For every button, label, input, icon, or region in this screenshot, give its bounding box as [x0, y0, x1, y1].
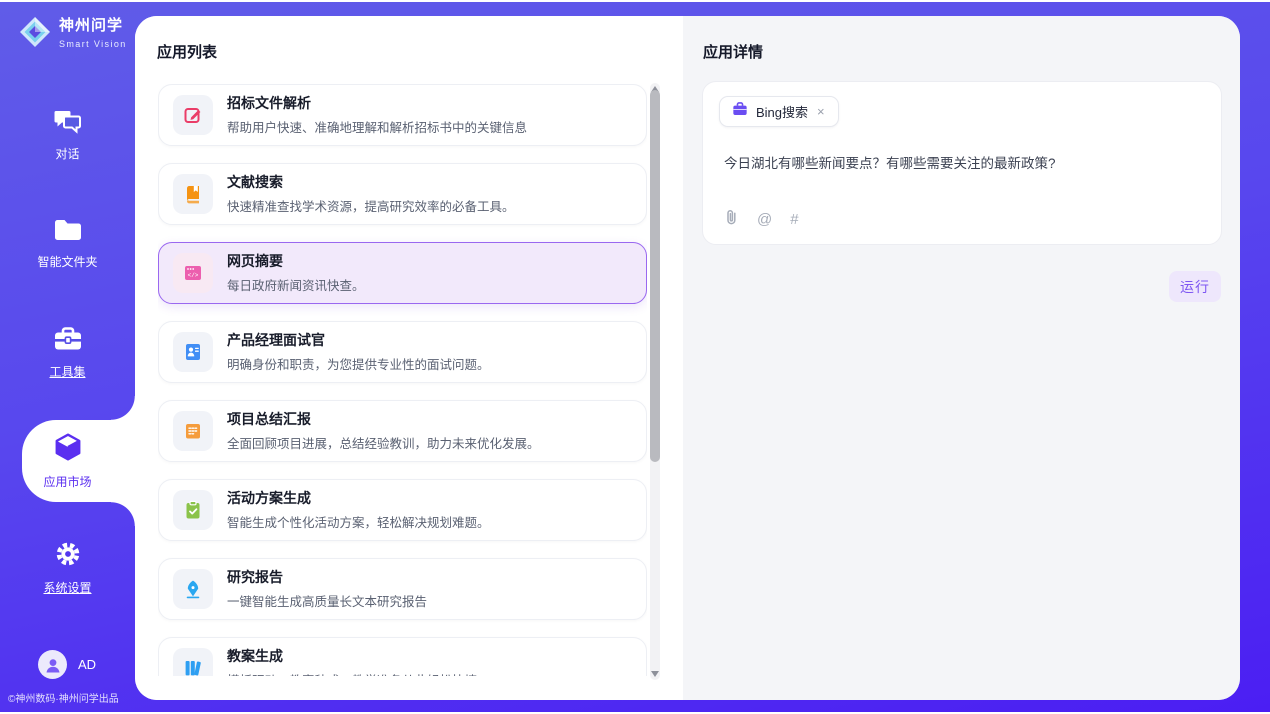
app-name: 项目总结汇报 [227, 409, 540, 429]
chat-icon [53, 121, 83, 138]
hash-icon[interactable]: # [790, 211, 798, 228]
sidebar: 神州问学 Smart Vision 对话 智能文件夹 [0, 2, 135, 712]
books-icon [173, 648, 213, 676]
app-description: 模板驱动，教案秒成，教学准备从此轻松快捷 [227, 674, 477, 676]
app-name: 研究报告 [227, 567, 427, 587]
app-description: 明确身份和职责，为您提供专业性的面试问题。 [227, 358, 490, 372]
app-list-scrollbar[interactable] [650, 83, 660, 680]
input-toolbar: @ # [723, 208, 799, 231]
report-calendar-icon [173, 411, 213, 451]
mention-icon[interactable]: @ [757, 211, 772, 228]
app-name: 招标文件解析 [227, 93, 527, 113]
app-list: 招标文件解析 帮助用户快速、准确地理解和解析招标书中的关键信息 文献搜索 快速精… [158, 84, 647, 676]
book-icon [173, 174, 213, 214]
app-description: 智能生成个性化活动方案，轻松解决规划难题。 [227, 516, 490, 530]
avatar [38, 650, 67, 679]
app-name: 文献搜索 [227, 172, 515, 192]
main-content-card: 应用列表 招标文件解析 帮助用户快速、准确地理解和解析招标书中的关键信息 [135, 16, 1240, 700]
sidebar-item-chat[interactable]: 对话 [0, 108, 135, 162]
scrollbar-thumb[interactable] [650, 90, 660, 462]
app-description: 一键智能生成高质量长文本研究报告 [227, 595, 427, 609]
list-item-literature-search[interactable]: 文献搜索 快速精准查找学术资源，提高研究效率的必备工具。 [158, 163, 647, 225]
scroll-down-icon[interactable] [651, 671, 659, 677]
sidebar-item-toolset[interactable]: 工具集 [0, 326, 135, 380]
interviewer-icon [173, 332, 213, 372]
tool-tag-bing-search[interactable]: Bing搜索 × [719, 96, 839, 127]
user-initials: AD [78, 657, 96, 672]
research-pen-icon [173, 569, 213, 609]
webpage-code-icon: </> [173, 253, 213, 293]
app-list-panel: 应用列表 招标文件解析 帮助用户快速、准确地理解和解析招标书中的关键信息 [135, 16, 683, 700]
brand-name: 神州问学 [59, 17, 127, 34]
paperclip-icon[interactable] [723, 208, 739, 231]
list-item-event-plan-generation[interactable]: 活动方案生成 智能生成个性化活动方案，轻松解决规划难题。 [158, 479, 647, 541]
user-account[interactable]: AD [38, 650, 96, 679]
folder-icon [53, 229, 83, 246]
app-name: 产品经理面试官 [227, 330, 490, 350]
run-button[interactable]: 运行 [1169, 271, 1221, 302]
svg-text:</>: </> [188, 272, 199, 279]
close-icon[interactable]: × [815, 103, 827, 120]
app-detail-panel: 应用详情 Bing搜索 × 今日湖北有哪些新闻要点？有哪些需要关注的最新政策? [683, 16, 1240, 700]
sidebar-item-label: 应用市场 [0, 473, 135, 490]
app-detail-title: 应用详情 [703, 41, 763, 62]
diamond-logo-icon [18, 15, 52, 54]
list-item-webpage-summary-selected[interactable]: </> 网页摘要 每日政府新闻资讯快查。 [158, 242, 647, 304]
sidebar-item-label: 系统设置 [0, 579, 135, 596]
sidebar-item-app-market[interactable]: 应用市场 [0, 432, 135, 490]
app-name: 活动方案生成 [227, 488, 490, 508]
toolbox-icon [53, 339, 83, 356]
sidebar-item-system-settings[interactable]: 系统设置 [0, 540, 135, 596]
app-description: 全面回顾项目进展，总结经验教训，助力未来优化发展。 [227, 437, 540, 451]
app-name: 教案生成 [227, 646, 477, 666]
query-text[interactable]: 今日湖北有哪些新闻要点？有哪些需要关注的最新政策? [724, 152, 1201, 172]
sidebar-footer-credit: ©神州数码·神州问学出品 [8, 690, 119, 705]
tool-tag-label: Bing搜索 [756, 102, 808, 121]
app-description: 帮助用户快速、准确地理解和解析招标书中的关键信息 [227, 121, 527, 135]
list-item-research-report[interactable]: 研究报告 一键智能生成高质量长文本研究报告 [158, 558, 647, 620]
briefcase-icon [731, 100, 749, 123]
prompt-input-card[interactable]: Bing搜索 × 今日湖北有哪些新闻要点？有哪些需要关注的最新政策? @ # [702, 81, 1222, 245]
brand-logo: 神州问学 Smart Vision [18, 15, 127, 54]
sidebar-item-label: 智能文件夹 [0, 253, 135, 270]
sidebar-item-smart-folder[interactable]: 智能文件夹 [0, 218, 135, 270]
app-name: 网页摘要 [227, 251, 365, 271]
cube-icon [53, 449, 83, 466]
gear-icon [54, 555, 82, 572]
list-item-lesson-plan-generation[interactable]: 教案生成 模板驱动，教案秒成，教学准备从此轻松快捷 [158, 637, 647, 676]
brand-subtitle: Smart Vision [59, 39, 127, 49]
sidebar-item-label: 工具集 [0, 363, 135, 380]
app-list-title: 应用列表 [157, 41, 217, 62]
list-item-bid-document-analysis[interactable]: 招标文件解析 帮助用户快速、准确地理解和解析招标书中的关键信息 [158, 84, 647, 146]
list-item-project-summary-report[interactable]: 项目总结汇报 全面回顾项目进展，总结经验教训，助力未来优化发展。 [158, 400, 647, 462]
clipboard-check-icon [173, 490, 213, 530]
list-item-pm-interviewer[interactable]: 产品经理面试官 明确身份和职责，为您提供专业性的面试问题。 [158, 321, 647, 383]
edit-document-icon [173, 95, 213, 135]
app-description: 快速精准查找学术资源，提高研究效率的必备工具。 [227, 200, 515, 214]
app-description: 每日政府新闻资讯快查。 [227, 279, 365, 293]
sidebar-item-label: 对话 [0, 145, 135, 162]
